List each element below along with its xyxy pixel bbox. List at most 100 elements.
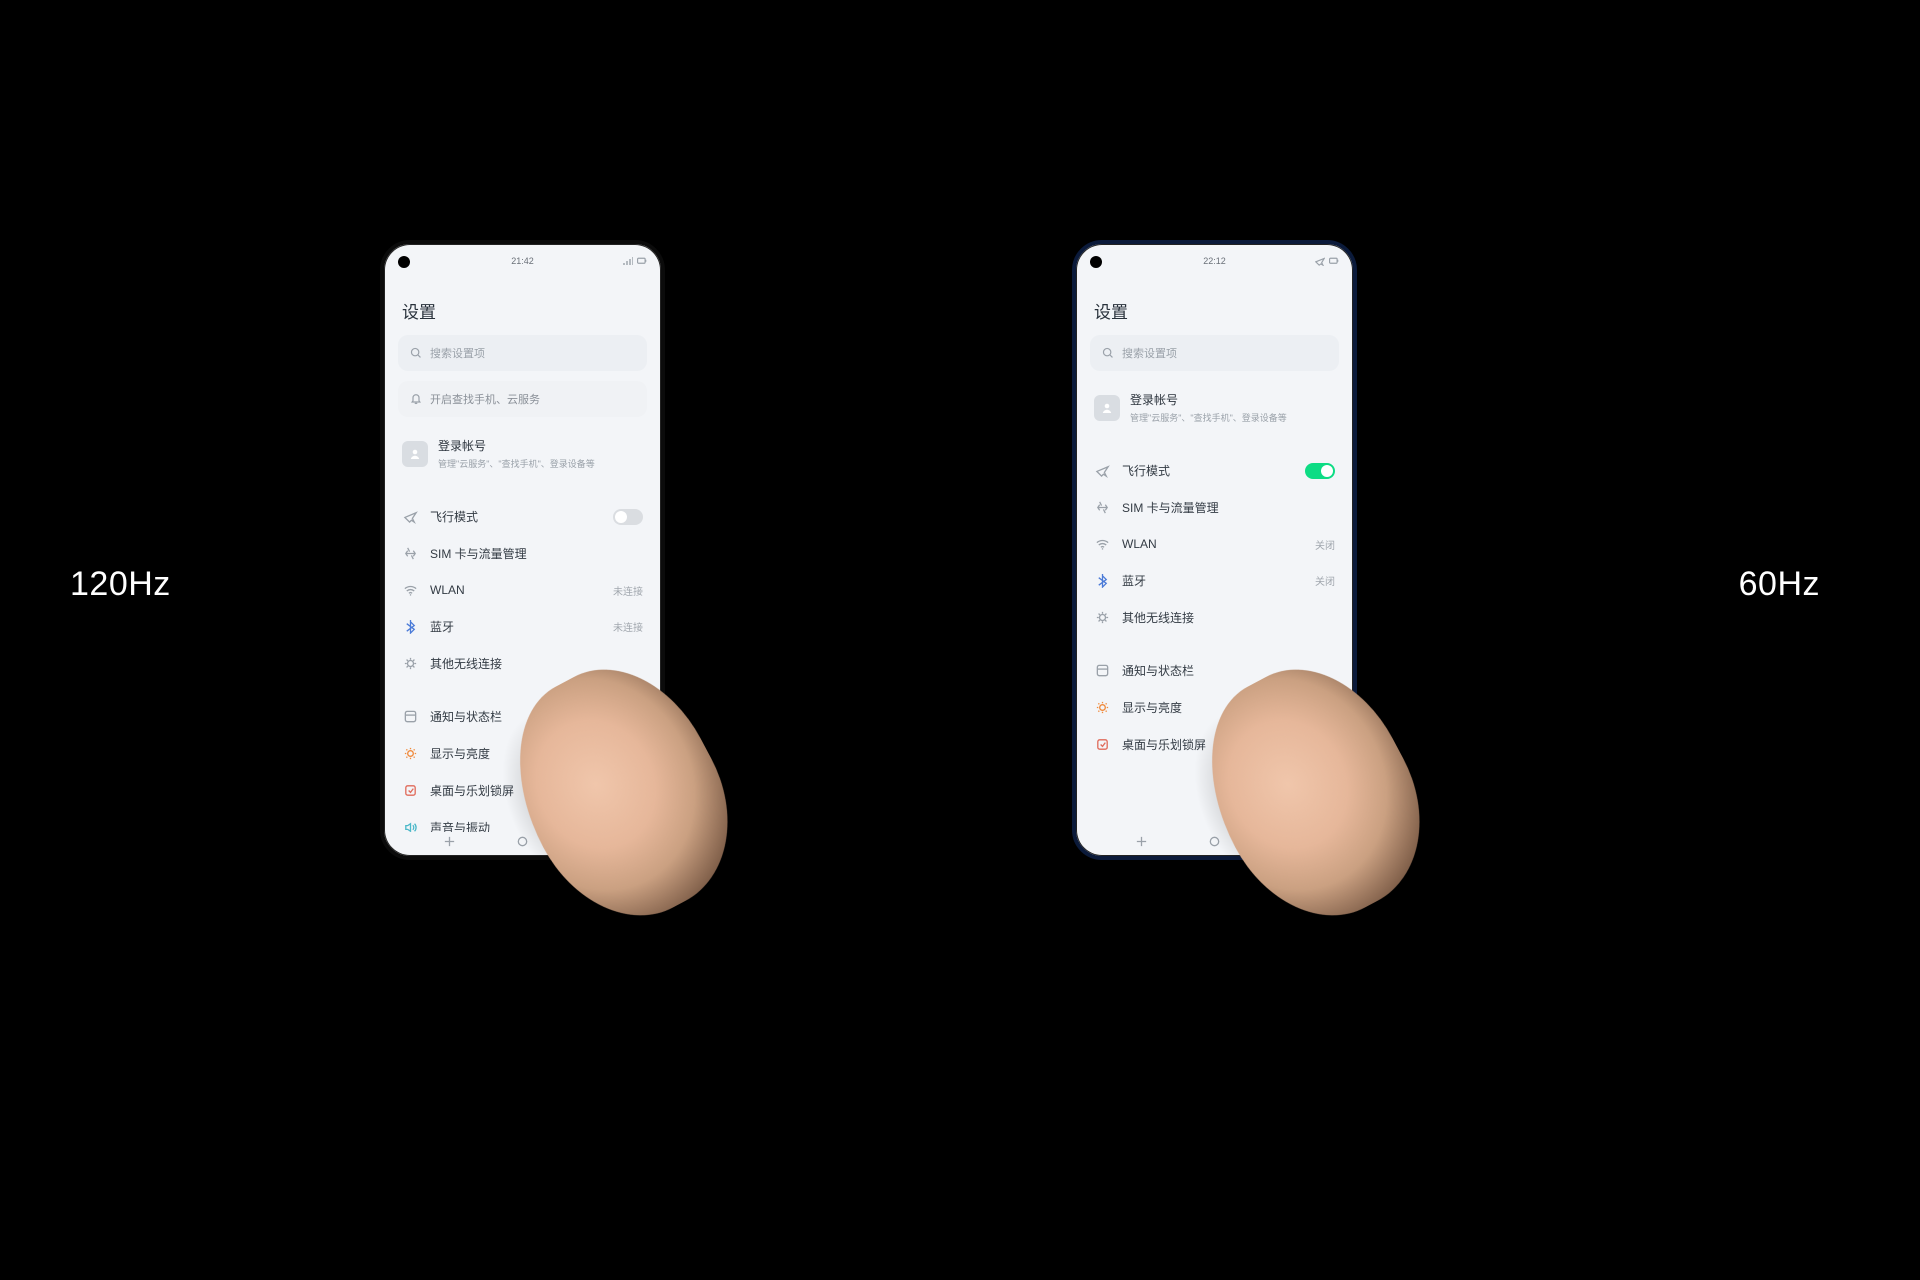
search-input[interactable]: 搜索设置项 [1090,335,1339,371]
bluetooth-row[interactable]: 蓝牙 未连接 [398,608,647,645]
airplane-icon [402,509,418,525]
sim-icon [1094,500,1110,516]
bluetooth-label: 蓝牙 [430,618,454,635]
bluetooth-value: 未连接 [613,619,643,634]
settings-screen[interactable]: 设置 搜索设置项 登录帐号 管理"云服务"、"查找手机"、登录设备等 [1076,278,1353,832]
search-input[interactable]: 搜索设置项 [398,335,647,371]
sim-row[interactable]: SIM 卡与流量管理 [1090,489,1339,526]
bluetooth-label: 蓝牙 [1122,572,1146,589]
cloud-service-text: 开启查找手机、云服务 [430,391,540,407]
connectivity-group: 飞行模式 SIM 卡与流量管理 WLAN 关闭 蓝牙 [1090,452,1339,636]
nav-back-icon[interactable] [1280,834,1294,848]
airplane-toggle[interactable] [613,509,643,525]
signal-icon [623,256,633,266]
clock: 21:42 [511,256,534,266]
android-nav-bar [1076,830,1353,852]
notification-bar-icon [402,709,418,725]
page-title: 设置 [402,298,643,323]
refresh-rate-label-left: 120Hz [70,565,171,604]
bluetooth-row[interactable]: 蓝牙 关闭 [1090,562,1339,599]
avatar [402,441,428,467]
brightness-icon [1094,700,1110,716]
brightness-icon [402,746,418,762]
homescreen-row[interactable]: 桌面与乐划锁屏 [1090,726,1339,763]
wlan-label: WLAN [430,583,465,597]
battery-icon [637,256,647,266]
nav-back-icon[interactable] [588,834,602,848]
account-row[interactable]: 登录帐号 管理"云服务"、"查找手机"、登录设备等 [1090,381,1339,436]
display-row[interactable]: 显示与亮度 [398,735,647,772]
connectivity-group: 飞行模式 SIM 卡与流量管理 WLAN 未连接 蓝牙 [398,498,647,682]
airplane-status-icon [1315,256,1325,266]
account-subtitle: 管理"云服务"、"查找手机"、登录设备等 [1130,411,1287,424]
sim-row[interactable]: SIM 卡与流量管理 [398,535,647,572]
airplane-icon [1094,463,1110,479]
homescreen-label: 桌面与乐划锁屏 [430,782,514,799]
wlan-row[interactable]: WLAN 未连接 [398,572,647,608]
other-wireless-label: 其他无线连接 [430,655,502,672]
nav-home-icon[interactable] [516,834,530,848]
sim-label: SIM 卡与流量管理 [430,545,527,562]
account-title: 登录帐号 [1130,391,1287,408]
homescreen-row[interactable]: 桌面与乐划锁屏 [398,772,647,809]
wlan-value: 关闭 [1315,537,1335,552]
homescreen-icon [402,783,418,799]
sound-row[interactable]: 声音与振动 [398,809,647,832]
homescreen-label: 桌面与乐划锁屏 [1122,736,1206,753]
notifications-row[interactable]: 通知与状态栏 [1090,652,1339,689]
other-wireless-row[interactable]: 其他无线连接 [398,645,647,682]
display-group: 通知与状态栏 显示与亮度 桌面与乐划锁屏 [1090,652,1339,763]
clock: 22:12 [1203,256,1226,266]
notifications-label: 通知与状态栏 [430,708,502,725]
wlan-value: 未连接 [613,583,643,598]
wlan-row[interactable]: WLAN 关闭 [1090,526,1339,562]
search-placeholder: 搜索设置项 [430,345,485,361]
bell-icon [410,393,422,405]
avatar [1094,395,1120,421]
status-bar: 22:12 [1076,252,1353,270]
search-placeholder: 搜索设置项 [1122,345,1177,361]
account-row[interactable]: 登录帐号 管理"云服务"、"查找手机"、登录设备等 [398,427,647,482]
notifications-row[interactable]: 通知与状态栏 [398,698,647,735]
airplane-mode-row[interactable]: 飞行模式 [1090,452,1339,489]
link-icon [402,656,418,672]
bluetooth-icon [1094,573,1110,589]
display-group: 通知与状态栏 显示与亮度 桌面与乐划锁屏 声音与振动 [398,698,647,832]
search-icon [410,347,422,359]
nav-recents-icon[interactable] [1135,834,1149,848]
refresh-rate-label-right: 60Hz [1739,565,1820,604]
status-bar: 21:42 [384,252,661,270]
phone-left: 21:42 设置 搜索设置项 开启查找手机、云服务 [380,240,665,860]
cloud-service-banner[interactable]: 开启查找手机、云服务 [398,381,647,417]
wifi-icon [1094,536,1110,552]
sim-icon [402,546,418,562]
search-icon [1102,347,1114,359]
other-wireless-label: 其他无线连接 [1122,609,1194,626]
display-label: 显示与亮度 [1122,699,1182,716]
page-title: 设置 [1094,298,1335,323]
bluetooth-value: 关闭 [1315,573,1335,588]
homescreen-icon [1094,737,1110,753]
nav-recents-icon[interactable] [443,834,457,848]
nav-home-icon[interactable] [1208,834,1222,848]
airplane-mode-row[interactable]: 飞行模式 [398,498,647,535]
phone-right: 22:12 设置 搜索设置项 登录帐号 [1072,240,1357,860]
account-title: 登录帐号 [438,437,595,454]
wlan-label: WLAN [1122,537,1157,551]
notification-bar-icon [1094,663,1110,679]
battery-icon [1329,256,1339,266]
link-icon [1094,610,1110,626]
airplane-label: 飞行模式 [1122,462,1170,479]
account-subtitle: 管理"云服务"、"查找手机"、登录设备等 [438,457,595,470]
android-nav-bar [384,830,661,852]
wifi-icon [402,582,418,598]
airplane-toggle[interactable] [1305,463,1335,479]
notifications-label: 通知与状态栏 [1122,662,1194,679]
sim-label: SIM 卡与流量管理 [1122,499,1219,516]
display-label: 显示与亮度 [430,745,490,762]
other-wireless-row[interactable]: 其他无线连接 [1090,599,1339,636]
bluetooth-icon [402,619,418,635]
display-row[interactable]: 显示与亮度 [1090,689,1339,726]
airplane-label: 飞行模式 [430,508,478,525]
settings-screen[interactable]: 设置 搜索设置项 开启查找手机、云服务 登录帐号 管理"云服务"、"查找手机"、 [384,278,661,832]
